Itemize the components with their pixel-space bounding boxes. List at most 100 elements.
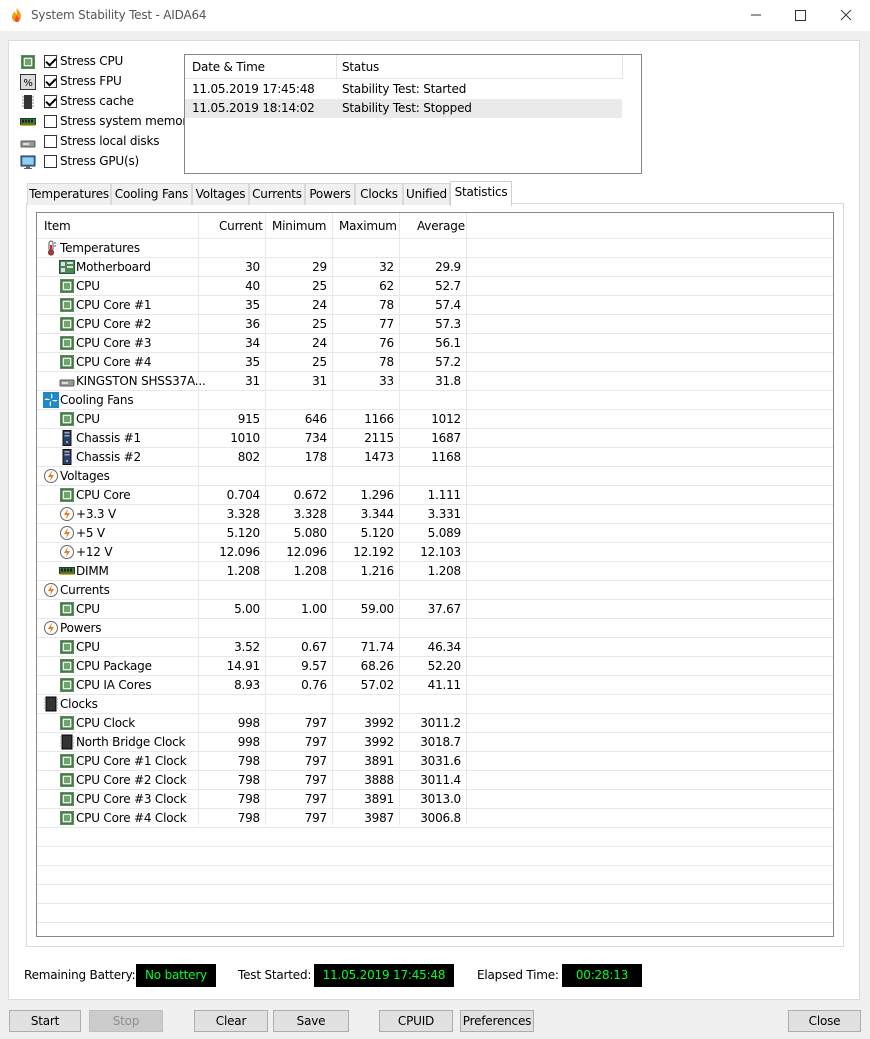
stress-checkbox[interactable] (44, 75, 57, 88)
table-row[interactable]: CPU IA Cores 8.93 0.76 57.02 41.11 (37, 676, 833, 695)
stress-checkbox[interactable] (44, 135, 57, 148)
log-col-datetime[interactable]: Date & Time (192, 60, 265, 74)
cell-max: 78 (379, 355, 394, 369)
stress-checkbox[interactable] (44, 55, 57, 68)
table-row[interactable]: CPU 40 25 62 52.7 (37, 277, 833, 296)
cpu-chip-icon (59, 297, 75, 313)
memory-icon (20, 114, 36, 130)
table-row[interactable]: CPU Core 0.704 0.672 1.296 1.111 (37, 486, 833, 505)
maximize-icon[interactable] (790, 6, 810, 24)
table-row[interactable]: North Bridge Clock 998 797 3992 3018.7 (37, 733, 833, 752)
table-row[interactable]: +3.3 V 3.328 3.328 3.344 3.331 (37, 505, 833, 524)
cell-max: 62 (379, 279, 394, 293)
log-col-status[interactable]: Status (342, 60, 379, 74)
table-row[interactable]: CPU 5.00 1.00 59.00 37.67 (37, 600, 833, 619)
log-row[interactable]: 11.05.2019 17:45:48 Stability Test: Star… (185, 80, 622, 99)
clear-button[interactable]: Clear (194, 1010, 268, 1032)
table-row[interactable]: CPU Core #4 Clock 798 797 3987 3006.8 (37, 809, 833, 828)
minimize-icon[interactable] (746, 6, 766, 24)
close-button[interactable]: Close (788, 1010, 861, 1032)
table-row[interactable]: CPU Core #2 Clock 798 797 3888 3011.4 (37, 771, 833, 790)
tab-voltages[interactable]: Voltages (192, 183, 249, 205)
stress-option[interactable]: Stress cache (18, 92, 188, 112)
table-row[interactable]: +12 V 12.096 12.096 12.192 12.103 (37, 543, 833, 562)
cpu-chip-icon (20, 54, 36, 70)
stress-checkbox[interactable] (44, 155, 57, 168)
tab-powers[interactable]: Powers (305, 183, 355, 205)
cell-avg: 3006.8 (420, 811, 461, 825)
group-row[interactable]: Temperatures (37, 239, 833, 258)
group-row[interactable]: Currents (37, 581, 833, 600)
table-row[interactable]: KINGSTON SHSS37A... 31 31 33 31.8 (37, 372, 833, 391)
group-row[interactable]: Voltages (37, 467, 833, 486)
table-row[interactable]: Chassis #1 1010 734 2115 1687 (37, 429, 833, 448)
start-button[interactable]: Start (9, 1010, 81, 1032)
cell-avg: 31.8 (435, 374, 461, 388)
cell-min: 178 (304, 450, 328, 464)
empty-row (37, 828, 833, 847)
cell-cur: 3.52 (234, 640, 260, 654)
cell-cur: 0.704 (226, 488, 261, 502)
row-label: Chassis #2 (76, 450, 141, 464)
table-row[interactable]: CPU 3.52 0.67 71.74 46.34 (37, 638, 833, 657)
tab-clocks[interactable]: Clocks (355, 183, 403, 205)
row-label: Motherboard (76, 260, 151, 274)
table-row[interactable]: +5 V 5.120 5.080 5.120 5.089 (37, 524, 833, 543)
preferences-button[interactable]: Preferences (460, 1010, 534, 1032)
chassis-icon (59, 449, 75, 465)
event-log[interactable]: Date & Time Status 11.05.2019 17:45:48 S… (184, 54, 642, 174)
table-row[interactable]: CPU Core #1 35 24 78 57.4 (37, 296, 833, 315)
col-maximum[interactable]: Maximum (339, 219, 397, 233)
statistics-table[interactable]: Item Current Minimum Maximum Average Tem… (36, 212, 834, 937)
cell-min: 12.096 (286, 545, 327, 559)
cell-cur: 915 (237, 412, 261, 426)
table-row[interactable]: DIMM 1.208 1.208 1.216 1.208 (37, 562, 833, 581)
col-current[interactable]: Current (219, 219, 263, 233)
memory-icon (59, 563, 75, 579)
cell-max: 68.26 (360, 659, 395, 673)
cpu-chip-icon (59, 354, 75, 370)
col-average[interactable]: Average (417, 219, 465, 233)
cell-cur: 998 (237, 735, 261, 749)
group-row[interactable]: Cooling Fans (37, 391, 833, 410)
cell-avg: 52.7 (435, 279, 461, 293)
table-row[interactable]: Chassis #2 802 178 1473 1168 (37, 448, 833, 467)
table-row[interactable]: CPU 915 646 1166 1012 (37, 410, 833, 429)
cpuid-button[interactable]: CPUID (379, 1010, 453, 1032)
table-row[interactable]: CPU Core #3 Clock 798 797 3891 3013.0 (37, 790, 833, 809)
cell-cur: 40 (245, 279, 260, 293)
table-row[interactable]: CPU Core #1 Clock 798 797 3891 3031.6 (37, 752, 833, 771)
battery-label: Remaining Battery: (24, 968, 136, 982)
col-minimum[interactable]: Minimum (272, 219, 326, 233)
save-button[interactable]: Save (273, 1010, 349, 1032)
table-row[interactable]: CPU Core #4 35 25 78 57.2 (37, 353, 833, 372)
tab-currents[interactable]: Currents (249, 183, 305, 205)
col-item[interactable]: Item (44, 219, 71, 233)
cell-avg: 5.089 (427, 526, 462, 540)
table-row[interactable]: CPU Core #3 34 24 76 56.1 (37, 334, 833, 353)
cell-max: 78 (379, 298, 394, 312)
cell-max: 1.216 (360, 564, 395, 578)
stress-checkbox[interactable] (44, 95, 57, 108)
tab-temperatures[interactable]: Temperatures (27, 183, 111, 205)
table-row[interactable]: CPU Clock 998 797 3992 3011.2 (37, 714, 833, 733)
group-row[interactable]: Clocks (37, 695, 833, 714)
group-row[interactable]: Powers (37, 619, 833, 638)
cell-avg: 12.103 (420, 545, 461, 559)
stress-option[interactable]: % Stress FPU (18, 72, 188, 92)
tab-unified[interactable]: Unified (403, 183, 450, 205)
stress-option[interactable]: Stress CPU (18, 52, 188, 72)
stress-option[interactable]: Stress local disks (18, 132, 188, 152)
log-row[interactable]: 11.05.2019 18:14:02 Stability Test: Stop… (185, 99, 622, 118)
stress-checkbox[interactable] (44, 115, 57, 128)
close-icon[interactable] (836, 6, 856, 24)
stop-button[interactable]: Stop (89, 1010, 163, 1032)
stress-option[interactable]: Stress system memory (18, 112, 194, 132)
tab-statistics[interactable]: Statistics (450, 181, 512, 206)
table-row[interactable]: CPU Core #2 36 25 77 57.3 (37, 315, 833, 334)
table-row[interactable]: Motherboard 30 29 32 29.9 (37, 258, 833, 277)
tab-cooling-fans[interactable]: Cooling Fans (111, 183, 192, 205)
stress-option[interactable]: Stress GPU(s) (18, 152, 188, 172)
cell-max: 3987 (364, 811, 394, 825)
table-row[interactable]: CPU Package 14.91 9.57 68.26 52.20 (37, 657, 833, 676)
